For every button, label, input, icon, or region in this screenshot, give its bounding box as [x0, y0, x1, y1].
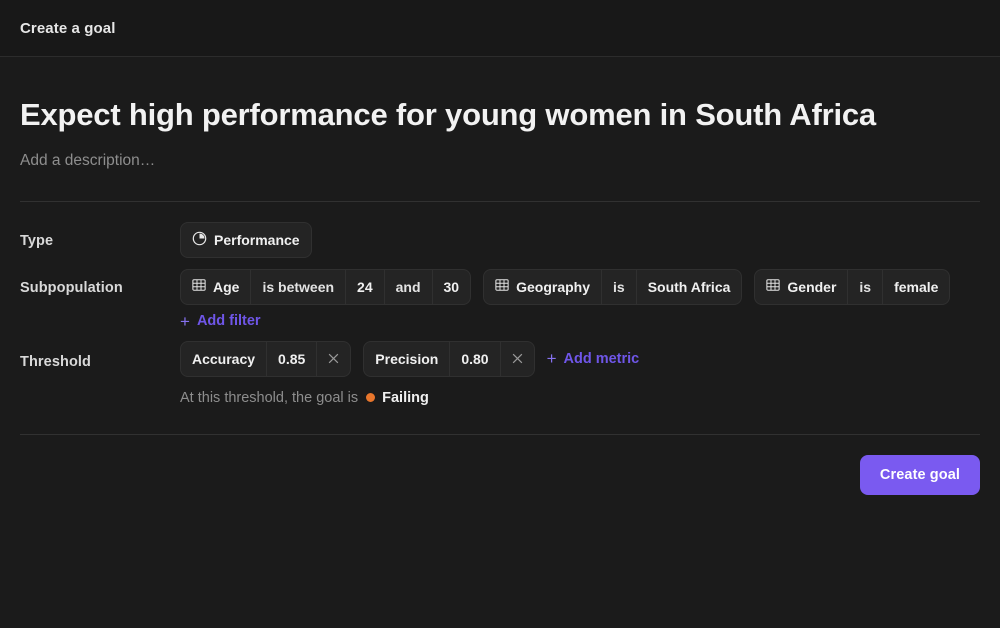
remove-metric-button[interactable]: [316, 341, 350, 376]
add-filter-label: Add filter: [196, 313, 261, 330]
filter-conjunction: and: [383, 269, 432, 304]
plus-icon: +: [546, 349, 557, 369]
filter-attribute[interactable]: Geography: [484, 270, 601, 304]
goal-form: Expect high performance for young women …: [0, 57, 1000, 628]
pie-chart-icon: [192, 231, 207, 249]
filter-chip-geography[interactable]: Geography is South Africa: [483, 268, 743, 305]
type-chip-segment[interactable]: Performance: [181, 223, 311, 257]
field-content-threshold: Accuracy 0.85 Precision 0.80 + Add metri…: [180, 340, 980, 377]
metric-chip-accuracy[interactable]: Accuracy 0.85: [180, 340, 352, 377]
field-label-type: Type: [20, 232, 54, 249]
create-goal-button[interactable]: Create goal: [859, 454, 980, 495]
filter-attribute[interactable]: Age: [181, 270, 250, 304]
close-icon: [329, 353, 339, 364]
threshold-status: At this threshold, the goal is Failing: [180, 390, 980, 406]
add-filter-button[interactable]: + Add filter: [180, 313, 261, 330]
plus-icon: +: [180, 311, 190, 331]
threshold-status-prefix: At this threshold, the goal is: [180, 389, 359, 406]
field-content-subpopulation: Age is between 24 and 30 Geography is So…: [180, 268, 980, 330]
status-dot-icon: [366, 393, 376, 403]
filter-attribute[interactable]: Gender: [755, 270, 847, 304]
type-value: Performance: [214, 231, 300, 248]
table-icon: [192, 278, 206, 295]
form-rows: Type Performance Subpopulation Age is be…: [20, 202, 980, 406]
filter-attribute-label: Age: [213, 278, 240, 295]
filter-operator[interactable]: is between: [250, 269, 345, 304]
metric-value[interactable]: 0.80: [449, 341, 499, 376]
filter-value-max[interactable]: 30: [431, 269, 471, 304]
type-chip[interactable]: Performance: [180, 221, 312, 258]
status-badge: Failing: [382, 389, 429, 406]
metric-value[interactable]: 0.85: [266, 341, 316, 376]
field-row-threshold: Threshold Accuracy 0.85 Precision 0.80 +…: [20, 340, 980, 377]
filter-value-min[interactable]: 24: [345, 269, 384, 304]
metric-name[interactable]: Accuracy: [181, 342, 266, 376]
window-header: Create a goal: [0, 0, 1000, 57]
filter-chip-age[interactable]: Age is between 24 and 30: [180, 268, 472, 305]
field-row-type: Type Performance: [20, 221, 980, 258]
table-icon: [766, 278, 781, 295]
field-row-subpopulation: Subpopulation Age is between 24 and 30 G…: [20, 268, 980, 330]
filter-operator[interactable]: is: [847, 269, 882, 304]
filter-attribute-label: Gender: [787, 278, 837, 295]
filter-chip-gender[interactable]: Gender is female: [754, 268, 951, 305]
filter-attribute-label: Geography: [516, 278, 590, 295]
remove-metric-button[interactable]: [499, 341, 534, 376]
page-title: Create a goal: [20, 19, 116, 37]
form-footer: Create goal: [20, 435, 980, 495]
field-label-subpopulation: Subpopulation: [20, 279, 123, 296]
add-metric-button[interactable]: + Add metric: [547, 350, 640, 367]
filter-operator[interactable]: is: [601, 269, 636, 304]
filter-value[interactable]: South Africa: [635, 269, 742, 304]
metric-name[interactable]: Precision: [364, 342, 449, 376]
table-icon: [495, 278, 509, 295]
field-label-threshold: Threshold: [20, 353, 91, 370]
goal-description-input[interactable]: Add a description…: [20, 133, 980, 170]
goal-title-input[interactable]: Expect high performance for young women …: [20, 57, 980, 133]
close-icon: [512, 353, 522, 364]
field-content-type: Performance: [180, 221, 980, 258]
add-metric-label: Add metric: [563, 350, 640, 367]
filter-value[interactable]: female: [882, 269, 949, 304]
metric-chip-precision[interactable]: Precision 0.80: [363, 340, 535, 377]
